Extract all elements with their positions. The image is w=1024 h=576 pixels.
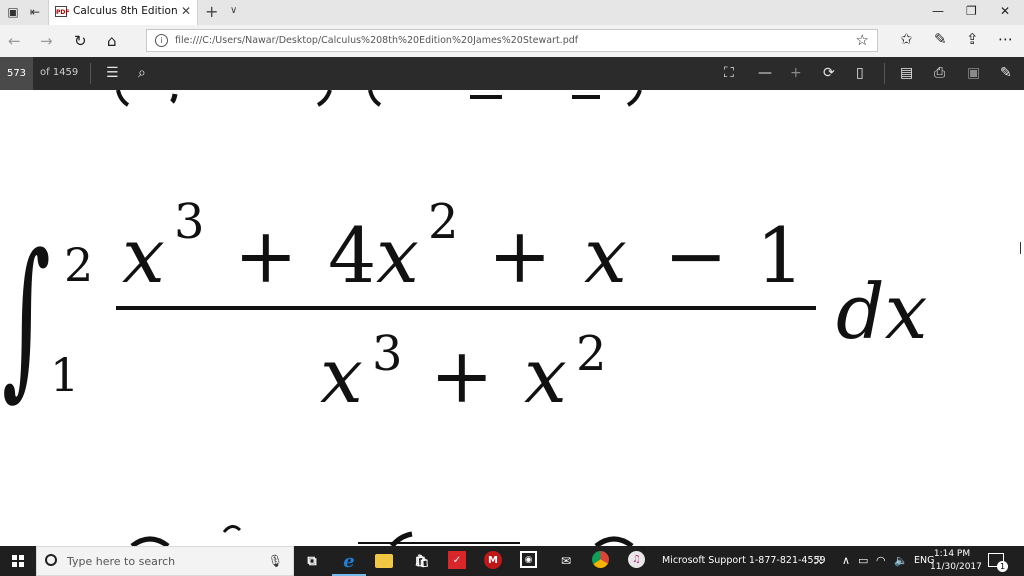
- more-options-icon[interactable]: ⋯: [998, 30, 1013, 48]
- page-count-label: of 1459: [40, 67, 79, 78]
- denominator-exponent-3: 3: [372, 326, 403, 382]
- people-icon[interactable]: ℛ: [814, 554, 823, 567]
- previous-equation-fragment: [116, 90, 642, 107]
- numerator-x-squared-base: x: [376, 211, 419, 300]
- new-tab-icon[interactable]: +: [205, 2, 218, 21]
- info-icon[interactable]: i: [155, 34, 168, 47]
- search-placeholder: Type here to search: [67, 555, 176, 568]
- forward-arrow-icon[interactable]: →: [40, 32, 53, 50]
- numerator-plus-1: +: [234, 211, 298, 300]
- windows-logo-icon: [12, 555, 24, 567]
- text-cursor: [1020, 242, 1021, 254]
- windows-taskbar: Type here to search 🎙 ⧉ e 🛍 ✓ M ◉ ✉ ♫ Mi…: [0, 546, 1024, 576]
- back-arrow-icon[interactable]: ←: [8, 32, 21, 50]
- mcafee-icon[interactable]: M: [484, 551, 502, 569]
- numerator-constant-1: 1: [756, 211, 805, 300]
- next-equation-fragment: [130, 525, 634, 546]
- mail-icon[interactable]: ✉: [556, 551, 576, 571]
- numerator-minus: −: [664, 211, 728, 300]
- save-icon[interactable]: ▣: [967, 65, 980, 81]
- share-icon[interactable]: ⇪: [966, 30, 979, 48]
- volume-icon[interactable]: 🔈: [894, 554, 908, 567]
- print-icon[interactable]: ⎙: [934, 65, 945, 81]
- tab-close-icon[interactable]: ✕: [181, 4, 191, 18]
- denominator-x-squared-base: x: [524, 331, 567, 420]
- fit-page-icon[interactable]: ⛶: [724, 65, 734, 81]
- read-aloud-icon[interactable]: ▤: [900, 65, 913, 81]
- browser-title-bar: ▣ ⇤ PDF Calculus 8th Edition Jan ✕ + ∨ —…: [0, 0, 1024, 25]
- show-hidden-icons-icon[interactable]: ∧: [842, 554, 850, 567]
- taskbar-search-box[interactable]: Type here to search 🎙: [36, 546, 294, 576]
- pdf-toolbar: 573 of 1459 ☰ ⌕ ⛶ — + ⟳ ▯ ▤ ⎙ ▣ ✎: [0, 57, 1024, 90]
- chevron-down-icon[interactable]: ∨: [230, 5, 237, 16]
- minimize-icon[interactable]: —: [932, 4, 944, 18]
- denominator-plus: +: [430, 331, 494, 420]
- file-explorer-icon[interactable]: [375, 554, 393, 568]
- numerator-x-cubed-base: x: [122, 211, 165, 300]
- search-icon[interactable]: ⌕: [138, 65, 146, 81]
- refresh-icon[interactable]: ↻: [74, 32, 87, 50]
- add-notes-icon[interactable]: ✎: [1000, 65, 1012, 81]
- numerator-x: x: [584, 211, 627, 300]
- rotate-icon[interactable]: ⟳: [823, 65, 835, 81]
- page-view-icon[interactable]: ▯: [856, 65, 864, 81]
- browser-tab[interactable]: PDF Calculus 8th Edition Jan ✕: [48, 0, 198, 25]
- numerator-exponent-2: 2: [428, 194, 459, 250]
- pdf-reader-app-icon[interactable]: ✓: [448, 551, 466, 569]
- fraction-bar: [116, 306, 816, 310]
- restore-icon[interactable]: ❐: [966, 4, 977, 18]
- zoom-in-icon[interactable]: +: [790, 65, 802, 81]
- table-of-contents-icon[interactable]: ☰: [106, 65, 119, 81]
- start-button[interactable]: [0, 546, 36, 576]
- clock-date: 11/30/2017: [930, 562, 982, 572]
- zoom-out-icon[interactable]: —: [758, 65, 772, 81]
- differential-dx: dx: [836, 267, 928, 356]
- numerator-exponent-3: 3: [174, 194, 205, 250]
- battery-icon[interactable]: ▭: [858, 554, 868, 567]
- wifi-icon[interactable]: ◠: [876, 554, 886, 567]
- favorite-star-icon[interactable]: ☆: [856, 31, 869, 49]
- microphone-icon[interactable]: 🎙: [268, 554, 283, 568]
- taskbar-clock[interactable]: 1:14 PM 11/30/2017: [930, 548, 982, 574]
- media-app-icon[interactable]: ◉: [520, 551, 537, 568]
- notification-badge: 1: [997, 561, 1008, 572]
- favorites-hub-icon[interactable]: ✩: [900, 30, 913, 48]
- toolbar-divider: [884, 63, 885, 84]
- pdf-favicon-icon: PDF: [55, 6, 69, 17]
- tab-preview-icon[interactable]: ▣: [4, 3, 22, 21]
- denominator-x-cubed-base: x: [320, 331, 363, 420]
- denominator-exponent-2: 2: [576, 326, 607, 382]
- toolbar-divider: [90, 63, 91, 84]
- cortana-icon: [45, 554, 57, 566]
- tray-support-message[interactable]: Microsoft Support 1-877-821-4559: [662, 555, 826, 566]
- navigation-bar: ← → ↻ ⌂ i file:///C:/Users/Nawar/Desktop…: [0, 25, 1024, 57]
- chrome-icon[interactable]: [592, 551, 609, 568]
- address-bar[interactable]: i file:///C:/Users/Nawar/Desktop/Calculu…: [146, 29, 878, 52]
- edge-browser-icon[interactable]: e: [339, 551, 359, 572]
- web-note-pen-icon[interactable]: ✎: [934, 30, 947, 48]
- close-window-icon[interactable]: ✕: [1000, 4, 1010, 18]
- tab-title: Calculus 8th Edition Jan: [73, 5, 177, 17]
- task-view-icon[interactable]: ⧉: [302, 551, 322, 571]
- upper-limit: 2: [64, 238, 94, 292]
- numerator-coefficient-4: 4: [328, 211, 377, 300]
- pdf-document-page: ∫ 2 1 x 3 + 4 x 2 + x − 1 x 3 + x 2 dx: [0, 90, 1024, 546]
- itunes-icon[interactable]: ♫: [628, 551, 645, 568]
- numerator-plus-2: +: [488, 211, 552, 300]
- page-number-input[interactable]: 573: [0, 57, 33, 90]
- integral-sign: ∫: [2, 218, 51, 416]
- store-icon[interactable]: 🛍: [412, 551, 432, 571]
- home-icon[interactable]: ⌂: [107, 32, 117, 50]
- lower-limit: 1: [50, 348, 80, 402]
- clock-time: 1:14 PM: [933, 549, 971, 559]
- address-url: file:///C:/Users/Nawar/Desktop/Calculus%…: [175, 35, 579, 46]
- set-tabs-aside-icon[interactable]: ⇤: [26, 3, 44, 21]
